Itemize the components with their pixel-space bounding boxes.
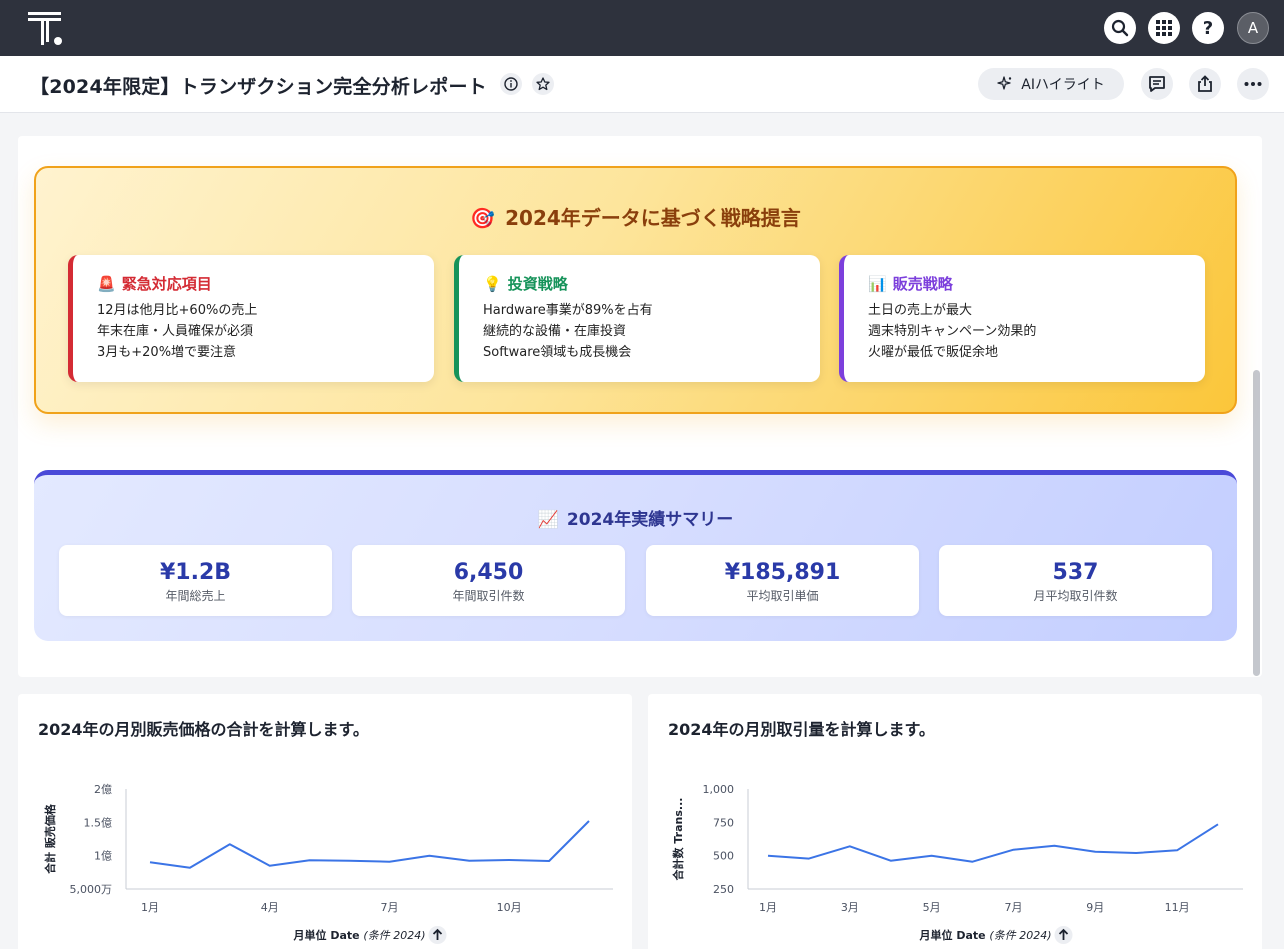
kpi-average-price: ¥185,891 平均取引単価 [646,545,919,616]
card-line: 12月は他月比+60%の売上 [97,303,258,318]
series-line [767,823,1219,863]
favorite-button[interactable] [532,73,554,95]
kpi-monthly-average: 537 月平均取引件数 [939,545,1212,616]
summary-section: 📈 2024年実績サマリー ¥1.2B 年間総売上 6,450 年間取引件数 ¥1… [34,470,1237,641]
strategy-card-urgent: 🚨 緊急対応項目 12月は他月比+60%の売上 年末在庫・人員確保が必須 3月も… [68,255,434,382]
x-tick-label: 11月 [1165,901,1190,914]
y-tick-label: 1億 [94,850,112,863]
lightbulb-icon: 💡 [483,274,502,293]
kpi-transaction-count: 6,450 年間取引件数 [352,545,625,616]
avatar[interactable]: A [1237,12,1269,44]
x-tick-label: 9月 [1086,901,1104,914]
card-line: 継続的な設備・在庫投資 [483,324,627,339]
y-tick-label: 500 [713,850,734,863]
share-icon [1198,75,1212,92]
x-tick-label: 3月 [841,901,859,914]
kpi-value: 537 [1052,560,1099,585]
y-tick-label: 1.5億 [84,816,113,829]
x-tick-label: 1月 [141,901,159,914]
x-axis-title-main: 月単位 Date [918,928,989,942]
scrollbar[interactable] [1253,370,1260,676]
summary-title: 📈 2024年実績サマリー [34,505,1237,530]
help-icon: ? [1202,17,1214,39]
card-line: Hardware事業が89%を占有 [483,303,653,318]
x-tick-label: 7月 [1004,901,1022,914]
y-tick-label: 2億 [94,783,112,796]
strategy-card-investment: 💡 投資戦略 Hardware事業が89%を占有 継続的な設備・在庫投資 Sof… [454,255,820,382]
page-header: 【2024年限定】トランザクション完全分析レポート AIハイライト [0,56,1284,113]
card-line: 火曜が最低で販促余地 [868,345,999,360]
more-options-button[interactable] [1237,68,1269,100]
kpi-value: ¥1.2B [159,560,232,585]
x-tick-label: 10月 [497,901,522,914]
app-logo[interactable] [28,12,64,46]
monthly-sales-chart: 2億 1.5億 1億 5,000万 1月 4月 7月 10月 合計 販売価格月単位 Date (… [43,783,613,944]
ai-highlight-button[interactable]: AIハイライト [978,68,1124,100]
bar-chart-icon: 📊 [868,274,887,293]
card-line: 土日の売上が最大 [868,303,973,318]
y-tick-label: 250 [713,883,734,896]
sparkle-icon [997,76,1012,90]
y-tick-label: 750 [713,816,734,829]
chart-card-monthly-sales[interactable]: 2024年の月別販売価格の合計を計算します。 2億 1.5億 1億 5,000万 1月 4… [18,694,632,949]
card-heading-text: 販売戦略 [892,275,953,293]
kpi-label: 月平均取引件数 [1033,589,1118,603]
card-line: 3月も+20%増で要注意 [97,345,237,360]
kpi-label: 平均取引単価 [746,589,819,603]
card-line: Software領域も成長機会 [483,345,632,360]
top-nav: ? A [0,0,1284,56]
card-heading-text: 投資戦略 [507,275,568,293]
y-axis-title: 合計 販売価格 [43,803,57,874]
x-axis-title: 月単位 Date (条件 2024) [918,928,1051,942]
ai-highlight-label: AIハイライト [1021,77,1105,93]
x-axis-title-main: 月単位 Date [292,928,363,942]
page-title: 【2024年限定】トランザクション完全分析レポート [30,76,487,98]
target-icon: 🎯 [470,206,496,230]
x-tick-label: 4月 [261,901,279,914]
y-tick-label: 5,000万 [70,883,113,896]
card-heading: 🚨 緊急対応項目 [97,273,434,294]
kpi-value: ¥185,891 [724,560,841,585]
search-button[interactable] [1104,12,1136,44]
strategy-section: 🎯 2024年データに基づく戦略提言 🚨 緊急対応項目 12月は他月比+60%の売… [34,166,1237,414]
kpi-total-sales: ¥1.2B 年間総売上 [59,545,332,616]
star-icon [536,77,550,91]
x-axis-title-note: (条件 2024) [363,929,425,942]
avatar-letter: A [1247,19,1259,37]
info-icon [504,77,518,91]
card-heading: 💡 投資戦略 [483,273,820,294]
info-button[interactable] [500,73,522,95]
card-heading-text: 緊急対応項目 [121,275,212,293]
comment-button[interactable] [1141,68,1173,100]
siren-icon: 🚨 [97,274,116,293]
card-line: 週末特別キャンペーン効果的 [868,324,1037,339]
apps-button[interactable] [1148,12,1180,44]
series-line [149,820,590,869]
strategy-title-text: 2024年データに基づく戦略提言 [505,206,801,230]
card-heading: 📊 販売戦略 [868,273,1205,294]
more-icon [1244,82,1262,86]
kpi-label: 年間取引件数 [452,589,525,603]
comment-icon [1149,76,1165,92]
help-button[interactable]: ? [1192,12,1224,44]
x-axis-title: 月単位 Date (条件 2024) [292,928,425,942]
x-tick-label: 5月 [923,901,941,914]
trend-chart-icon: 📈 [537,510,559,530]
x-axis-title-note: (条件 2024) [989,929,1051,942]
grid-icon [1156,20,1172,36]
strategy-title: 🎯 2024年データに基づく戦略提言 [36,202,1235,231]
kpi-value: 6,450 [453,560,524,585]
y-axis-title: 合計数 Trans... [671,798,685,881]
x-tick-label: 7月 [380,901,398,914]
kpi-label: 年間総売上 [165,589,226,603]
y-tick-label: 1,000 [703,783,735,796]
strategy-card-sales: 📊 販売戦略 土日の売上が最大 週末特別キャンペーン効果的 火曜が最低で販促余地 [839,255,1205,382]
summary-title-text: 2024年実績サマリー [566,510,734,530]
monthly-transactions-chart: 1,000 750 500 250 1月 3月 5月 7月 9月 11月 合計数 Trans... 月… [671,783,1243,944]
share-button[interactable] [1189,68,1221,100]
card-line: 年末在庫・人員確保が必須 [97,324,254,339]
chart-card-monthly-transactions[interactable]: 2024年の月別取引量を計算します。 1,000 750 500 250 1月 3月 5月 7… [648,694,1262,949]
x-tick-label: 1月 [759,901,777,914]
search-icon [1111,19,1129,37]
